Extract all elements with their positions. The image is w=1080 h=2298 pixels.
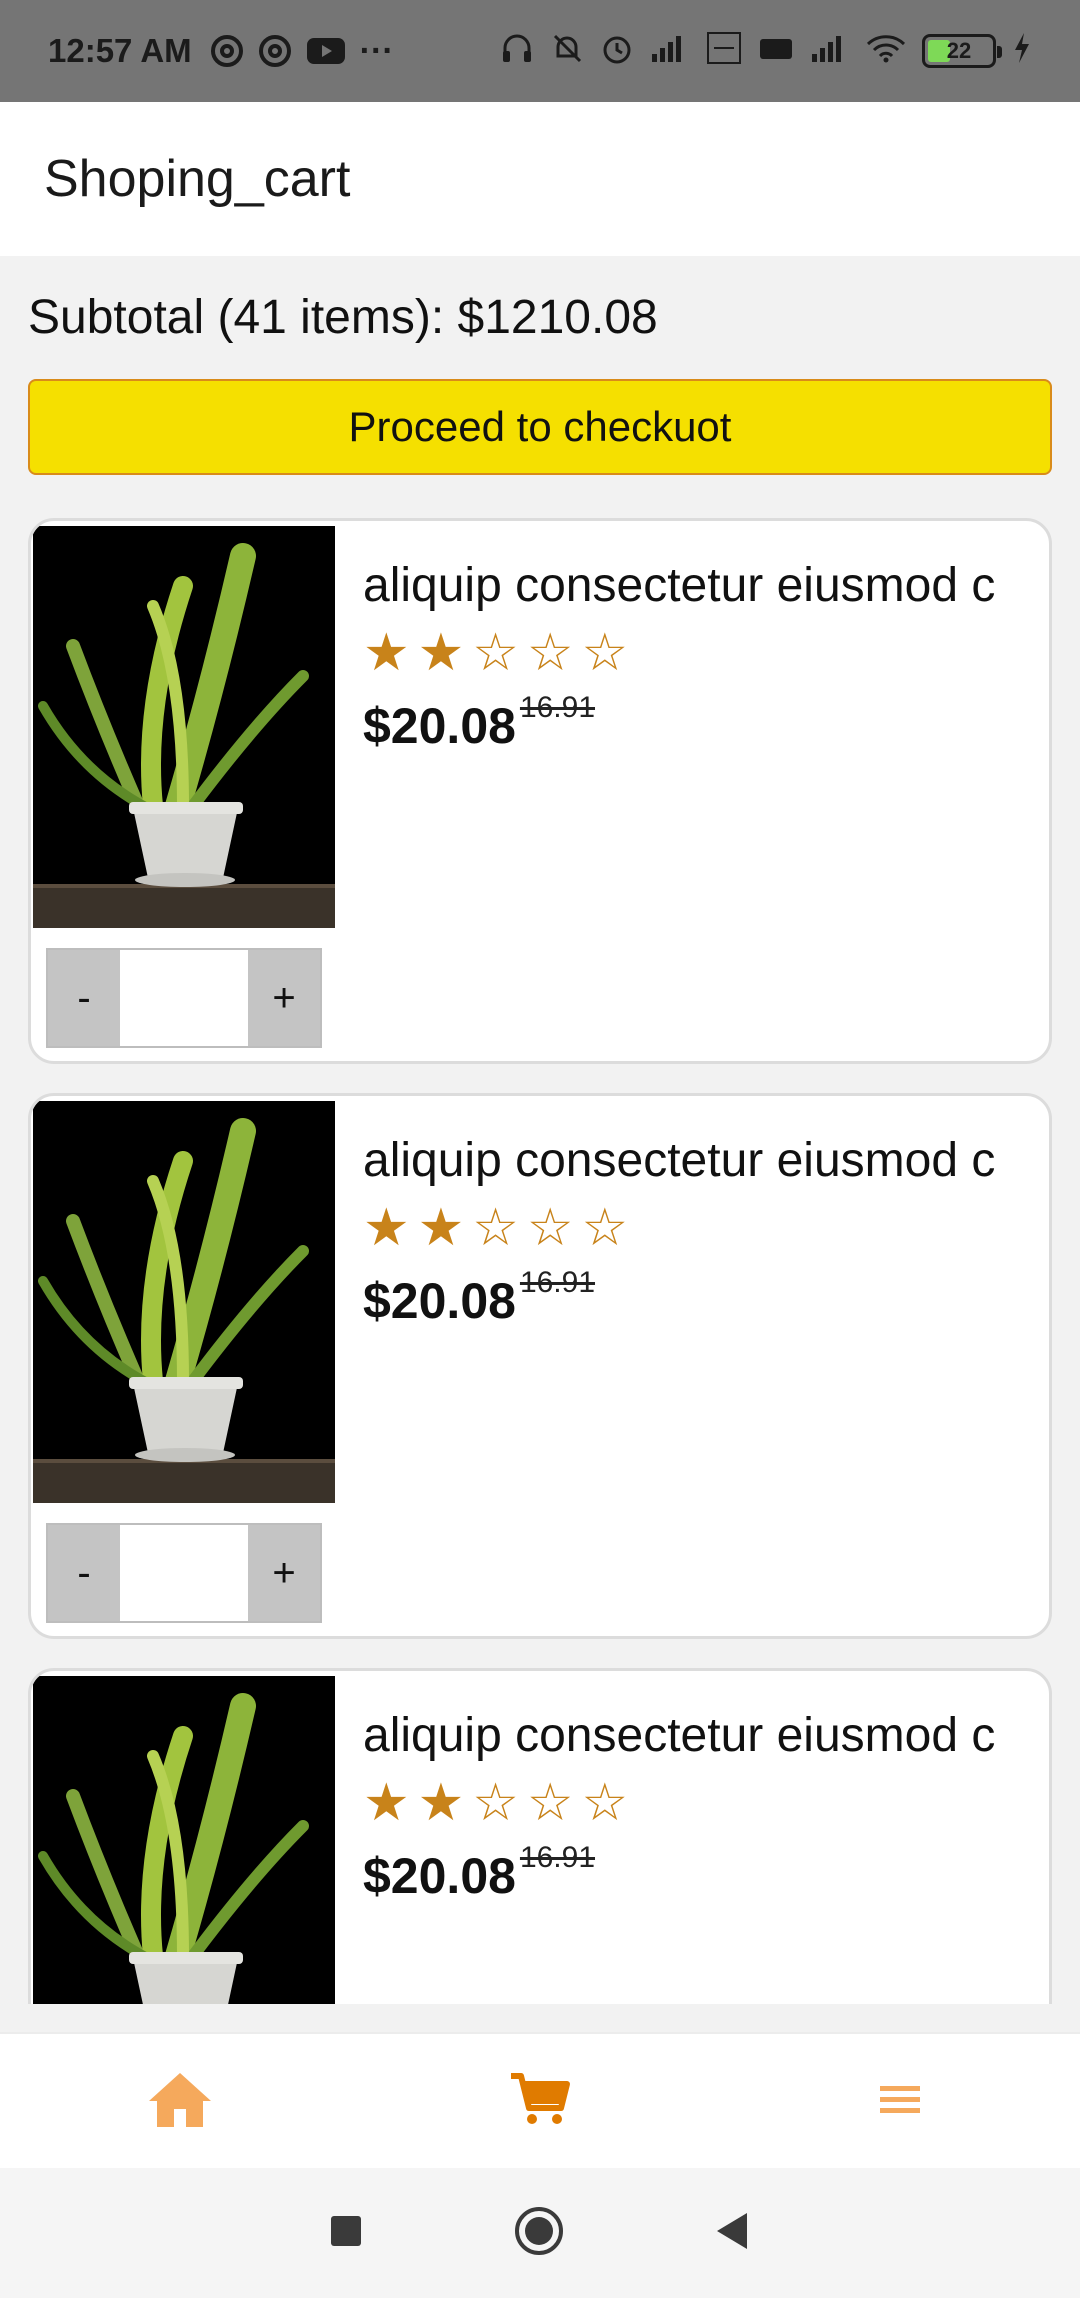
cart-item-card[interactable]: aliquip consectetur eiusmod c ★ ★ ☆ ☆ ☆ … xyxy=(28,1668,1052,2004)
star-empty-icon: ☆ xyxy=(472,1199,519,1257)
item-info: aliquip consectetur eiusmod c ★ ★ ☆ ☆ ☆ … xyxy=(363,1132,1033,1330)
volte-icon xyxy=(758,31,794,72)
qty-input[interactable] xyxy=(120,950,248,1046)
qty-minus-button[interactable]: - xyxy=(48,1525,120,1621)
rating-stars: ★ ★ ☆ ☆ ☆ xyxy=(363,1773,1033,1833)
recent-apps-icon[interactable] xyxy=(329,2214,363,2253)
home-icon xyxy=(147,2069,213,2134)
screen: 12:57 AM ··· 22 Shoping_cart Subtotal (4… xyxy=(0,0,1080,2298)
alarm-icon xyxy=(600,31,634,72)
price-row: $20.08 16.91 xyxy=(363,1841,1033,1905)
nav-menu[interactable] xyxy=(840,2051,960,2151)
star-empty-icon: ☆ xyxy=(526,1199,574,1257)
at-icon xyxy=(210,34,244,68)
star-filled-icon: ★ xyxy=(363,1774,410,1832)
checkout-button[interactable]: Proceed to checkuot xyxy=(28,379,1052,475)
star-filled-icon: ★ xyxy=(417,1774,465,1832)
rating-stars: ★ ★ ☆ ☆ ☆ xyxy=(363,1198,1033,1258)
product-image[interactable] xyxy=(33,1676,335,2004)
status-time: 12:57 AM xyxy=(48,32,192,69)
star-filled-icon: ★ xyxy=(417,624,465,682)
cart-item-card[interactable]: aliquip consectetur eiusmod c ★ ★ ☆ ☆ ☆ … xyxy=(28,518,1052,1064)
star-empty-icon: ☆ xyxy=(472,624,519,682)
product-image[interactable] xyxy=(33,1101,335,1503)
rating-stars: ★ ★ ☆ ☆ ☆ xyxy=(363,623,1033,683)
system-nav-bar xyxy=(0,2168,1080,2298)
star-filled-icon: ★ xyxy=(363,624,410,682)
price-row: $20.08 16.91 xyxy=(363,691,1033,755)
more-notifications-icon: ··· xyxy=(359,31,394,70)
item-info: aliquip consectetur eiusmod c ★ ★ ☆ ☆ ☆ … xyxy=(363,557,1033,755)
bottom-nav xyxy=(0,2032,1080,2168)
qty-input[interactable] xyxy=(120,1525,248,1621)
product-name[interactable]: aliquip consectetur eiusmod c xyxy=(363,1132,1033,1190)
product-image[interactable] xyxy=(33,526,335,928)
star-empty-icon: ☆ xyxy=(581,624,629,682)
charging-icon xyxy=(1012,32,1032,71)
subtotal-text: Subtotal (41 items): $1210.08 xyxy=(28,291,658,344)
price: $20.08 xyxy=(363,698,516,754)
battery-level: 22 xyxy=(946,38,972,63)
home-circle-icon[interactable] xyxy=(513,2205,565,2262)
old-price: 16.91 xyxy=(519,1841,596,1874)
signal-icon xyxy=(650,32,690,71)
nav-home[interactable] xyxy=(120,2051,240,2151)
star-filled-icon: ★ xyxy=(363,1199,410,1257)
star-empty-icon: ☆ xyxy=(526,1774,574,1832)
battery-icon: 22 xyxy=(922,34,1002,68)
headset-icon xyxy=(500,31,534,72)
quantity-stepper: - + xyxy=(46,948,322,1048)
cart-icon xyxy=(509,2070,571,2133)
page-title: Shoping_cart xyxy=(44,150,351,208)
star-filled-icon: ★ xyxy=(417,1199,465,1257)
app-bar: Shoping_cart xyxy=(0,102,1080,256)
star-empty-icon: ☆ xyxy=(581,1774,629,1832)
back-icon[interactable] xyxy=(715,2211,751,2256)
at-icon-2 xyxy=(258,34,292,68)
product-name[interactable]: aliquip consectetur eiusmod c xyxy=(363,557,1033,615)
cart-content[interactable]: Subtotal (41 items): $1210.08 Proceed to… xyxy=(0,256,1080,2004)
qty-plus-button[interactable]: + xyxy=(248,950,320,1046)
price-row: $20.08 16.91 xyxy=(363,1266,1033,1330)
menu-icon xyxy=(878,2082,922,2121)
product-name[interactable]: aliquip consectetur eiusmod c xyxy=(363,1707,1033,1765)
youtube-icon xyxy=(306,36,346,66)
old-price: 16.91 xyxy=(519,1266,596,1299)
price: $20.08 xyxy=(363,1273,516,1329)
star-empty-icon: ☆ xyxy=(581,1199,629,1257)
star-empty-icon: ☆ xyxy=(472,1774,519,1832)
quantity-stepper: - + xyxy=(46,1523,322,1623)
mute-bell-icon xyxy=(550,31,584,72)
qty-plus-button[interactable]: + xyxy=(248,1525,320,1621)
old-price: 16.91 xyxy=(519,691,596,724)
star-empty-icon: ☆ xyxy=(526,624,574,682)
qty-minus-button[interactable]: - xyxy=(48,950,120,1046)
item-info: aliquip consectetur eiusmod c ★ ★ ☆ ☆ ☆ … xyxy=(363,1707,1033,1905)
cart-item-card[interactable]: aliquip consectetur eiusmod c ★ ★ ☆ ☆ ☆ … xyxy=(28,1093,1052,1639)
wifi-icon xyxy=(866,32,906,71)
price: $20.08 xyxy=(363,1848,516,1904)
signal-icon-2 xyxy=(810,32,850,71)
nav-cart[interactable] xyxy=(480,2051,600,2151)
vowifi-icon xyxy=(706,31,742,72)
status-bar: 12:57 AM ··· 22 xyxy=(0,0,1080,102)
status-right: 22 xyxy=(500,31,1032,72)
